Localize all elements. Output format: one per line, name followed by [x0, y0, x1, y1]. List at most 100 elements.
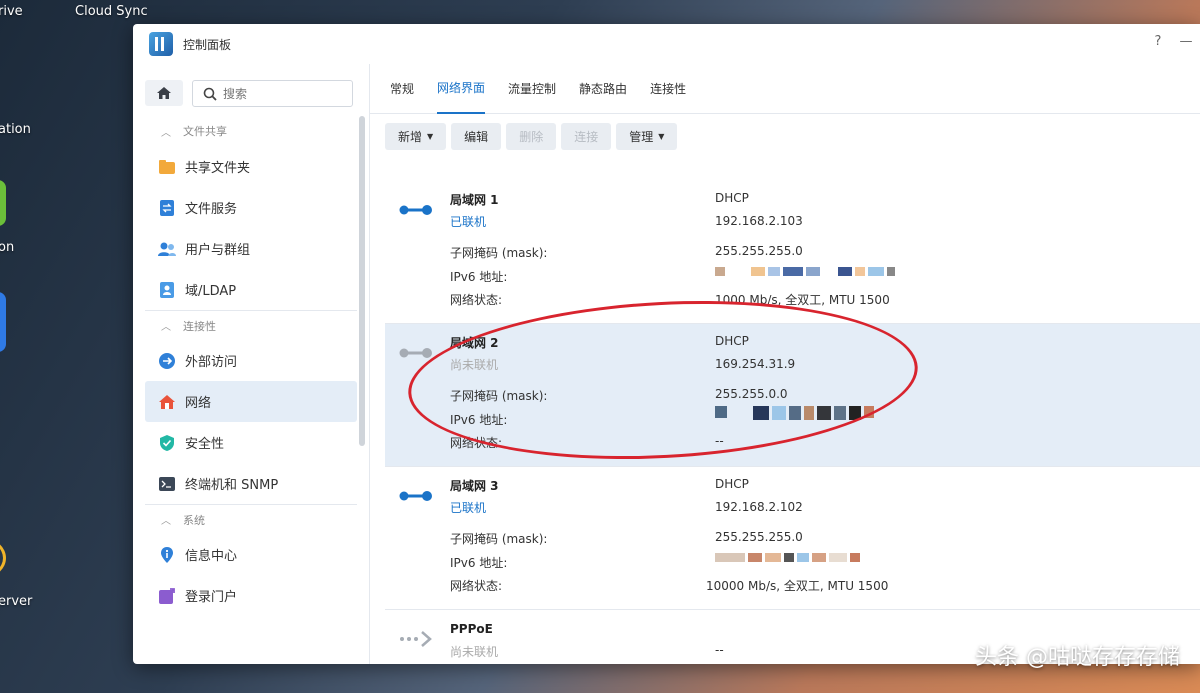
group-title: 系统	[183, 513, 205, 527]
delete-button[interactable]: 删除	[506, 122, 557, 150]
search-input[interactable]	[223, 86, 343, 101]
delete-button-label: 删除	[519, 129, 544, 144]
connect-button-label: 连接	[574, 129, 599, 144]
chevron-up-icon: ︿	[161, 516, 171, 527]
help-button[interactable]: ?	[1144, 34, 1172, 49]
interface-mode: DHCP	[715, 191, 749, 205]
folder-icon	[157, 157, 177, 177]
group-system[interactable]: ︿ 系统	[145, 504, 357, 534]
control-panel-icon	[149, 32, 173, 56]
pppoe-arrow-icon	[400, 631, 432, 647]
network-status-label: 网络状态:	[450, 579, 503, 593]
home-button[interactable]	[145, 80, 183, 106]
sidebar-item-external-access[interactable]: 外部访问	[145, 340, 357, 381]
sidebar-item-label: 网络	[185, 396, 212, 411]
sidebar-item-label: 登录门户	[185, 590, 238, 605]
network-home-icon	[157, 392, 177, 412]
desktop-label-on[interactable]: on	[0, 240, 14, 255]
sidebar-item-network[interactable]: 网络	[145, 381, 357, 422]
shield-icon	[157, 433, 177, 453]
search-icon	[203, 87, 217, 101]
manage-button-label: 管理	[629, 129, 654, 144]
desktop-label-server[interactable]: erver	[0, 594, 32, 609]
sidebar-scrollbar[interactable]	[359, 116, 365, 446]
sidebar-item-label: 终端机和 SNMP	[185, 478, 279, 493]
search-box[interactable]	[192, 80, 353, 107]
edit-button-label: 编辑	[464, 129, 489, 144]
ipv6-label: IPv6 地址:	[450, 556, 508, 570]
connect-button[interactable]: 连接	[561, 122, 612, 150]
sidebar-item-label: 安全性	[185, 437, 225, 452]
connected-icon	[399, 205, 432, 215]
title-bar[interactable]: 控制面板 ? —	[133, 24, 1200, 64]
tab-network-interface[interactable]: 网络界面	[437, 64, 486, 114]
ldap-icon	[157, 280, 177, 300]
desktop-label-cloud-sync[interactable]: Cloud Sync	[75, 4, 148, 19]
sidebar-item-label: 域/LDAP	[185, 284, 237, 299]
network-status-value: 10000 Mb/s, 全双工, MTU 1500	[706, 579, 889, 593]
mask-label: 子网掩码 (mask):	[450, 246, 548, 260]
toolbar: 新增 ▼ 编辑 删除 连接 管理 ▼	[370, 114, 1200, 158]
interface-ip: 192.168.2.103	[715, 214, 803, 228]
external-access-icon	[157, 351, 177, 371]
network-status-label: 网络状态:	[450, 293, 503, 307]
sidebar-item-file-services[interactable]: 文件服务	[145, 187, 357, 228]
window-title: 控制面板	[183, 37, 232, 52]
sidebar-item-terminal-snmp[interactable]: 终端机和 SNMP	[145, 463, 357, 504]
desktop-app-icon-green[interactable]	[0, 180, 6, 226]
sidebar-item-label: 外部访问	[185, 355, 238, 370]
interface-ip: 192.168.2.102	[715, 500, 803, 514]
mask-label: 子网掩码 (mask):	[450, 532, 548, 546]
interface-status: 已联机	[450, 215, 487, 229]
interface-status: 尚未联机	[450, 645, 499, 659]
add-button[interactable]: 新增 ▼	[385, 122, 447, 150]
manage-button[interactable]: 管理 ▼	[616, 122, 678, 150]
ipv6-label: IPv6 地址:	[450, 270, 508, 284]
interface-name: 局域网 3	[450, 479, 499, 493]
sidebar-item-label: 共享文件夹	[185, 161, 251, 176]
group-connectivity[interactable]: ︿ 连接性	[145, 310, 357, 340]
chevron-up-icon: ︿	[161, 127, 171, 139]
ipv6-value-blurred	[715, 553, 860, 563]
desktop-app-icon-yellow[interactable]	[0, 538, 6, 578]
desktop-label-station[interactable]: ation	[0, 122, 31, 137]
group-title: 文件共享	[183, 125, 227, 138]
ipv6-value-blurred	[715, 267, 895, 277]
desktop-app-icon-blue[interactable]	[0, 292, 6, 352]
tab-connectivity[interactable]: 连接性	[650, 64, 686, 114]
info-icon	[157, 545, 177, 565]
interface-mode: DHCP	[715, 477, 749, 491]
interface-row-lan1[interactable]: 局域网 1 已联机 DHCP 192.168.2.103 子网掩码 (mask)…	[385, 181, 1200, 324]
sidebar-item-shared-folder[interactable]: 共享文件夹	[145, 146, 357, 187]
interface-name: PPPoE	[450, 622, 493, 636]
sidebar-item-domain-ldap[interactable]: 域/LDAP	[145, 269, 357, 310]
desktop-label-drive[interactable]: rive	[0, 4, 23, 19]
add-button-label: 新增	[398, 129, 423, 144]
interface-status: 已联机	[450, 501, 487, 515]
group-title: 连接性	[183, 319, 216, 333]
watermark: 头条 @咕哒存存存储	[975, 645, 1180, 670]
terminal-icon	[157, 474, 177, 494]
sidebar-item-info-center[interactable]: 信息中心	[145, 534, 357, 575]
edit-button[interactable]: 编辑	[451, 122, 502, 150]
minimize-button[interactable]: —	[1172, 34, 1200, 49]
group-file-sharing[interactable]: ︿ 文件共享	[145, 116, 357, 146]
interface-row-lan3[interactable]: 局域网 3 已联机 DHCP 192.168.2.102 子网掩码 (mask)…	[385, 467, 1200, 610]
interface-ip: --	[715, 643, 724, 657]
tab-bar: 常规 网络界面 流量控制 静态路由 连接性	[370, 64, 1200, 114]
sidebar-item-label: 用户与群组	[185, 243, 251, 258]
connected-icon	[399, 491, 432, 501]
login-portal-icon	[157, 586, 177, 606]
tab-general[interactable]: 常规	[390, 64, 414, 114]
tab-traffic-control[interactable]: 流量控制	[508, 64, 556, 114]
sidebar-item-label: 文件服务	[185, 202, 238, 217]
sidebar-item-users-groups[interactable]: 用户与群组	[145, 228, 357, 269]
sidebar-item-label: 信息中心	[185, 549, 238, 564]
sidebar-item-login-portal[interactable]: 登录门户	[145, 575, 357, 616]
caret-down-icon: ▼	[427, 131, 434, 141]
interface-name: 局域网 1	[450, 193, 499, 207]
caret-down-icon: ▼	[658, 131, 665, 141]
sidebar: ︿ 文件共享 共享文件夹 文件服务 用户与群组 域/LDAP ︿ 连接性	[133, 64, 370, 664]
tab-static-route[interactable]: 静态路由	[579, 64, 627, 114]
sidebar-item-security[interactable]: 安全性	[145, 422, 357, 463]
